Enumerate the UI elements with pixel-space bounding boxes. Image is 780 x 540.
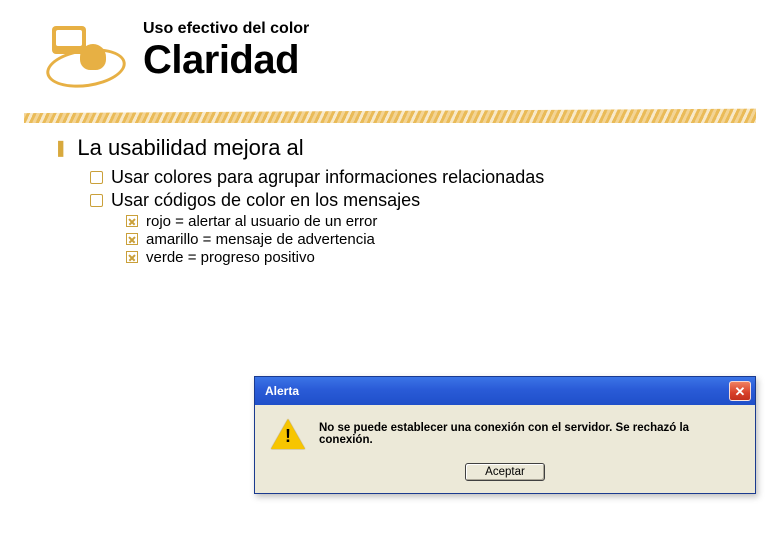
bullet-text: verde = progreso positivo (146, 249, 315, 266)
bullet-icon: ❚ (54, 138, 67, 158)
bullet-text: amarillo = mensaje de advertencia (146, 231, 375, 248)
bullet-level2: Usar códigos de color en los mensajes (90, 190, 730, 211)
bullet-level1: ❚ La usabilidad mejora al (54, 135, 730, 161)
close-icon: ✕ (735, 385, 746, 398)
dialog-message: No se puede establecer una conexión con … (319, 422, 739, 446)
bullet-level3: amarillo = mensaje de advertencia (126, 231, 730, 248)
logo-icon (40, 18, 135, 93)
dialog-titlebar: Alerta ✕ (255, 377, 755, 405)
divider-brush-icon (24, 105, 756, 123)
alert-dialog: Alerta ✕ ! No se puede establecer una co… (254, 376, 756, 494)
warning-icon: ! (271, 419, 305, 449)
bullet-level2: Usar colores para agrupar informaciones … (90, 167, 730, 188)
bullet-level3: rojo = alertar al usuario de un error (126, 213, 730, 230)
bullet-text: La usabilidad mejora al (77, 135, 303, 161)
square-bullet-icon (90, 171, 103, 184)
bullet-text: Usar colores para agrupar informaciones … (111, 167, 544, 188)
dialog-title: Alerta (265, 384, 299, 398)
xbox-bullet-icon (126, 233, 138, 245)
bullet-text: Usar códigos de color en los mensajes (111, 190, 420, 211)
dialog-body: ! No se puede establecer una conexión co… (255, 405, 755, 493)
close-button[interactable]: ✕ (729, 381, 751, 401)
xbox-bullet-icon (126, 215, 138, 227)
slide-header: Uso efectivo del color Claridad (0, 0, 780, 93)
slide-title: Claridad (143, 40, 309, 80)
xbox-bullet-icon (126, 251, 138, 263)
square-bullet-icon (90, 194, 103, 207)
bullet-level3: verde = progreso positivo (126, 249, 730, 266)
slide-subtitle: Uso efectivo del color (143, 20, 309, 38)
slide-body: ❚ La usabilidad mejora al Usar colores p… (0, 123, 780, 266)
accept-button[interactable]: Aceptar (465, 463, 545, 481)
bullet-text: rojo = alertar al usuario de un error (146, 213, 377, 230)
